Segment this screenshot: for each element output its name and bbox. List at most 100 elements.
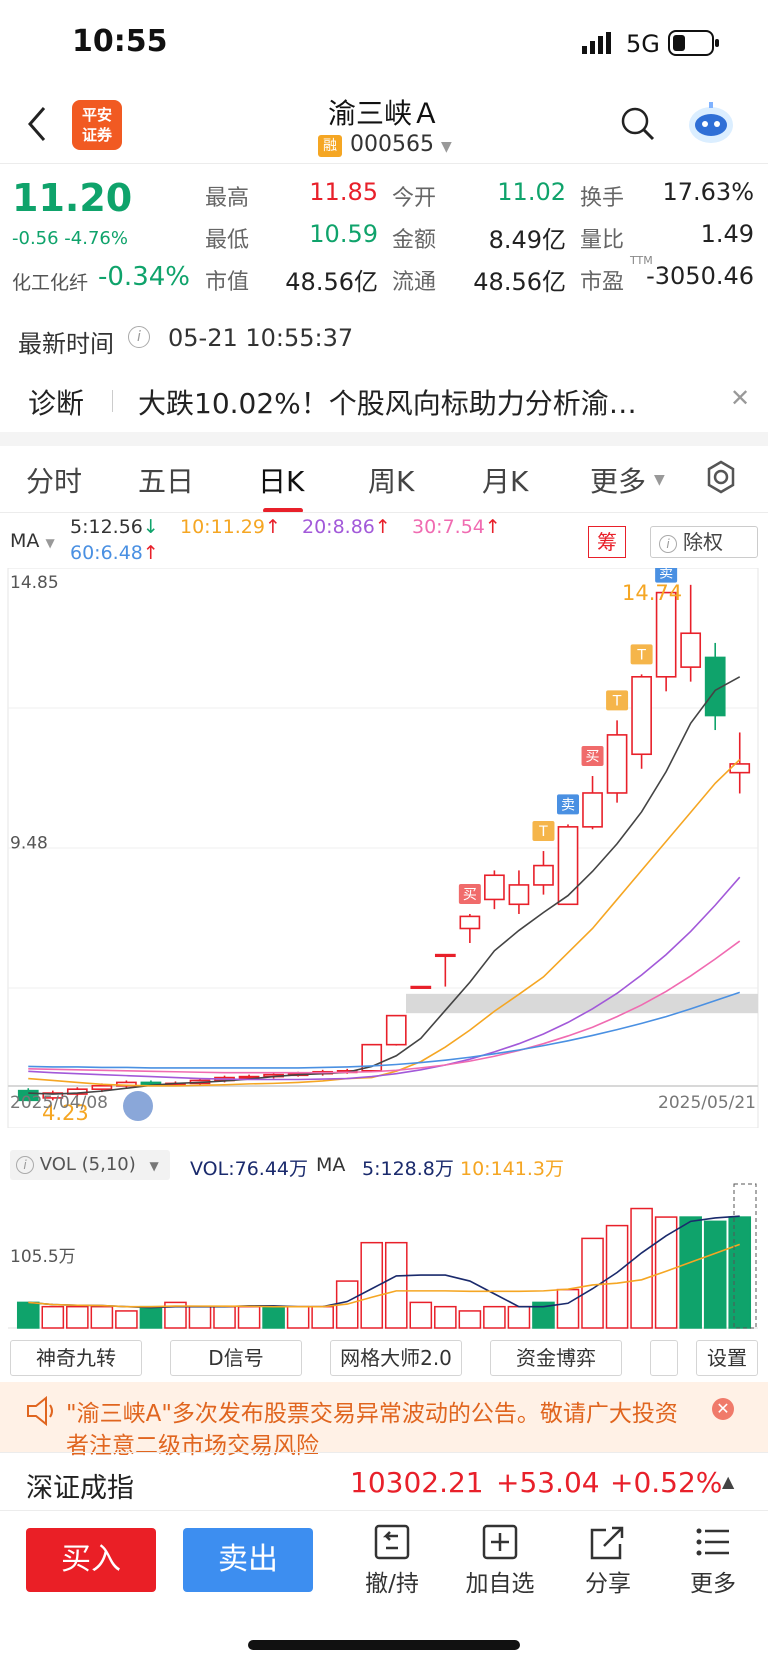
price-high-label: 14.85 bbox=[10, 573, 59, 593]
volume-bar bbox=[213, 1305, 236, 1329]
vol-ma10: 10:141.3万 bbox=[460, 1158, 564, 1180]
index-name[interactable]: 深证成指 bbox=[26, 1466, 134, 1505]
caret-down-icon: ▼ bbox=[654, 472, 665, 488]
date-end-label: 2025/05/21 bbox=[658, 1093, 756, 1113]
tool-d-signal[interactable]: D信号 bbox=[170, 1340, 302, 1376]
quote-value: 48.56亿 bbox=[473, 268, 566, 296]
more-button[interactable]: 更多 bbox=[668, 1524, 758, 1598]
volume-chart[interactable]: 105.5万 bbox=[0, 1180, 768, 1332]
ma30-value: 30:7.54↑ bbox=[412, 516, 501, 538]
index-pct: +0.52% bbox=[610, 1466, 723, 1499]
battery-icon bbox=[668, 30, 720, 60]
sector-name[interactable]: 化工化纤 bbox=[12, 268, 88, 295]
cancel-hold-button[interactable]: 撤/持 bbox=[347, 1524, 437, 1598]
stock-code[interactable]: 000565 ▼ bbox=[350, 132, 452, 157]
quote-label: 流通 bbox=[392, 270, 437, 295]
current-price: 11.20 bbox=[12, 176, 133, 220]
candle-body bbox=[484, 874, 505, 901]
ma20-value: 20:8.86↑ bbox=[302, 516, 391, 538]
share-icon bbox=[590, 1524, 653, 1564]
quote-label: 市值 bbox=[205, 270, 250, 295]
index-change: +53.04 bbox=[496, 1466, 600, 1499]
volume-bar bbox=[188, 1305, 212, 1329]
quote-label: 今开 bbox=[392, 186, 437, 211]
quote-value: 11.85 bbox=[309, 178, 378, 206]
tool-nine-turn[interactable]: 神奇九转 bbox=[10, 1340, 142, 1376]
cancel-order-icon bbox=[374, 1524, 437, 1564]
candle-body bbox=[91, 1084, 113, 1090]
info-icon: i bbox=[16, 1156, 34, 1174]
candle-body bbox=[459, 915, 481, 930]
price-mid-label: 9.48 bbox=[10, 834, 48, 854]
caret-up-icon[interactable]: ▲ bbox=[722, 1472, 734, 1491]
info-icon: i bbox=[659, 534, 677, 553]
signal-label: 买 bbox=[586, 749, 600, 765]
diagnosis-bar[interactable]: 诊断 大跌10.02%！个股风向标助力分析渝… ✕ bbox=[0, 372, 768, 432]
tab-weekly-k[interactable]: 周K bbox=[368, 460, 414, 500]
ma10-line bbox=[28, 758, 741, 1087]
tab-intraday[interactable]: 分时 bbox=[26, 460, 82, 500]
candle-body bbox=[655, 591, 677, 678]
volume-bar bbox=[434, 1305, 457, 1329]
volume-bar bbox=[630, 1207, 653, 1329]
signal-label: T bbox=[636, 647, 646, 663]
volume-bar bbox=[115, 1310, 138, 1329]
tab-more[interactable]: 更多 bbox=[590, 460, 646, 500]
signal-label: 卖 bbox=[659, 568, 673, 582]
tool-capital-game[interactable]: 资金博弈 bbox=[490, 1340, 622, 1376]
quote-label: 最高 bbox=[205, 186, 250, 211]
add-watchlist-button[interactable]: 加自选 bbox=[455, 1524, 545, 1598]
k-line-chart[interactable]: 买T卖买TT卖14.859.4814.744.232025/04/08 2025/… bbox=[0, 568, 768, 1128]
candle-body bbox=[680, 632, 702, 668]
list-icon bbox=[695, 1524, 758, 1564]
tab-monthly-k[interactable]: 月K bbox=[482, 460, 528, 500]
chip-distribution-button[interactable]: 筹 bbox=[588, 526, 626, 558]
gear-icon[interactable] bbox=[704, 460, 738, 498]
search-icon[interactable] bbox=[620, 106, 656, 146]
signal-label: 卖 bbox=[561, 797, 575, 813]
candle-body bbox=[385, 1014, 407, 1046]
ex-rights-button[interactable]: i 除权 bbox=[650, 526, 758, 558]
candle-body bbox=[557, 826, 579, 906]
vol-indicator-selector[interactable]: i VOL (5,10) ▼ bbox=[10, 1150, 170, 1180]
info-icon[interactable]: i bbox=[128, 326, 150, 348]
close-icon[interactable]: ✕ bbox=[712, 1398, 734, 1420]
ma5-value: 5:12.56↓ bbox=[70, 516, 159, 538]
volume-bar bbox=[41, 1305, 65, 1329]
quote-label: 换手 bbox=[580, 186, 625, 211]
max-price-marker: 14.74 bbox=[622, 581, 682, 605]
volume-bar bbox=[286, 1305, 310, 1329]
network-label: 5G bbox=[626, 30, 660, 58]
sell-button[interactable]: 卖出 bbox=[183, 1528, 313, 1592]
speaker-icon bbox=[24, 1395, 56, 1430]
plus-box-icon bbox=[482, 1524, 545, 1564]
ma-selector[interactable]: MA ▼ bbox=[10, 530, 55, 552]
quote-value: 48.56亿 bbox=[285, 268, 378, 296]
volume-bar bbox=[458, 1310, 482, 1329]
tool-settings[interactable]: 设置 bbox=[696, 1340, 758, 1376]
tab-daily-k[interactable]: 日K bbox=[258, 460, 304, 500]
volume-bar bbox=[679, 1216, 702, 1329]
close-icon[interactable]: ✕ bbox=[730, 384, 750, 412]
volume-bar bbox=[483, 1305, 506, 1329]
signal-label: 买 bbox=[463, 887, 477, 903]
price-change: -0.56 -4.76% bbox=[12, 228, 128, 249]
ma20-line bbox=[28, 876, 741, 1081]
quote-value: 1.49 bbox=[700, 220, 754, 248]
robot-assistant-icon[interactable] bbox=[686, 100, 736, 150]
volume-bar bbox=[237, 1305, 261, 1329]
tool-extra[interactable] bbox=[650, 1340, 678, 1376]
signal-icon bbox=[582, 32, 618, 54]
expand-icon bbox=[123, 1091, 153, 1121]
volume-bar bbox=[66, 1305, 89, 1329]
buy-button[interactable]: 买入 bbox=[26, 1528, 156, 1592]
volume-bar bbox=[311, 1305, 334, 1329]
candle-body bbox=[631, 676, 652, 756]
tool-grid-master[interactable]: 网格大师2.0 bbox=[330, 1340, 462, 1376]
volume-bar bbox=[556, 1288, 580, 1329]
tab-five-day[interactable]: 五日 bbox=[138, 460, 194, 500]
candle-body bbox=[582, 792, 603, 828]
share-button[interactable]: 分享 bbox=[563, 1524, 653, 1598]
sector-change[interactable]: -0.34% bbox=[98, 262, 190, 292]
quote-label: 最低 bbox=[205, 228, 250, 253]
